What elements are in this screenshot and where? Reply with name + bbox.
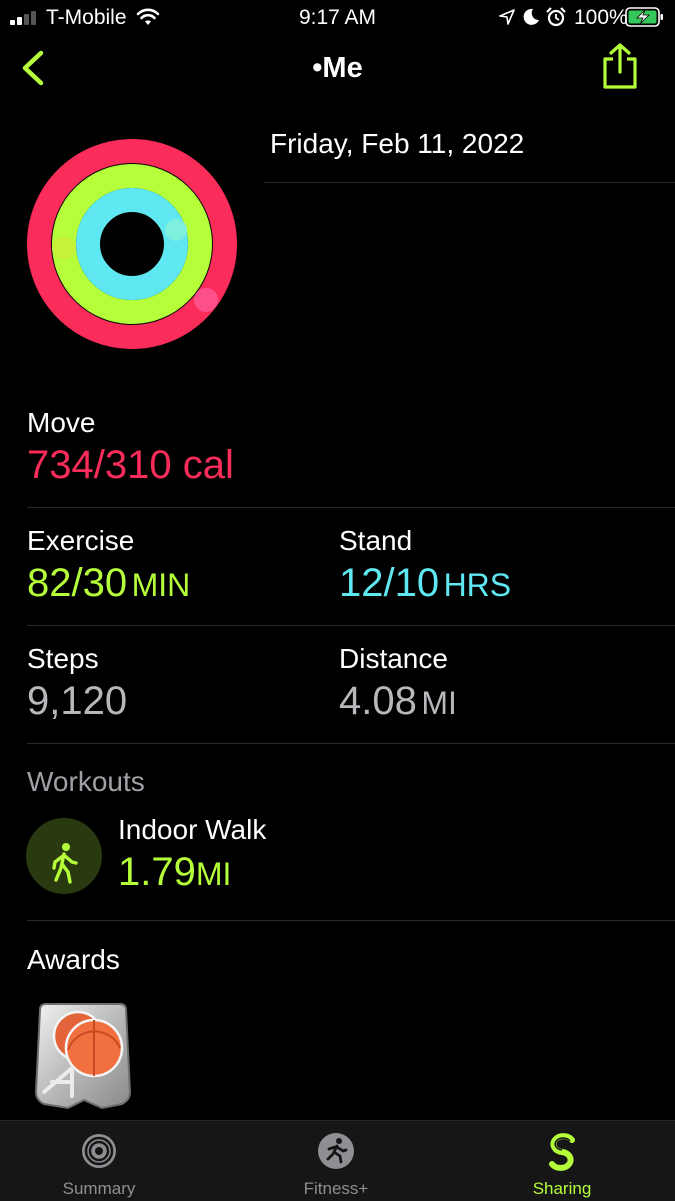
exercise-ring-end [52, 236, 76, 260]
alarm-clock-icon [546, 7, 566, 27]
tab-fitness-plus-label: Fitness+ [303, 1179, 369, 1198]
tab-fitness-plus[interactable]: Fitness+ [255, 1121, 425, 1201]
exercise-value: 82/30 [27, 561, 128, 605]
move-ring-end [194, 288, 218, 312]
date-label: Friday, Feb 11, 2022 [270, 128, 525, 159]
sharing-icon [549, 1133, 575, 1171]
distance-label: Distance [339, 643, 448, 674]
divider [27, 507, 675, 508]
divider [27, 625, 675, 626]
location-arrow-icon [499, 9, 515, 25]
walking-person-icon [52, 843, 78, 884]
activity-rings [27, 139, 237, 349]
workout-name: Indoor Walk [118, 814, 267, 845]
summary-rings-icon [82, 1134, 116, 1168]
exercise-unit: MIN [131, 567, 191, 603]
distance-unit: MI [421, 685, 457, 721]
workout-stat: 1.79MI [118, 850, 231, 895]
distance-stat: 4.08 MI [339, 679, 457, 724]
tab-bar: Summary Fitness+ Sharing [0, 1120, 675, 1201]
date-divider [264, 182, 675, 183]
move-value: 734/310 cal [27, 443, 234, 487]
workout-value: 1.79 [118, 850, 196, 894]
steps-label: Steps [27, 643, 99, 674]
stand-label: Stand [339, 525, 413, 556]
workouts-header: Workouts [27, 766, 145, 797]
workout-unit: MI [195, 856, 232, 892]
tab-sharing-label: Sharing [532, 1179, 592, 1198]
share-icon[interactable] [600, 42, 640, 90]
tab-summary-label: Summary [62, 1179, 136, 1198]
exercise-stat: 82/30 MIN [27, 561, 190, 606]
moon-icon [523, 8, 539, 25]
battery-charging-icon [625, 7, 663, 27]
stand-stat: 12/10 HRS [339, 561, 511, 606]
exercise-label: Exercise [27, 525, 135, 556]
awards-header: Awards [27, 944, 120, 975]
stand-unit: HRS [443, 567, 512, 603]
basketball-award-icon[interactable] [32, 1000, 134, 1112]
status-bar: T-Mobile 9:17 AM 100% [0, 0, 675, 36]
move-label: Move [27, 407, 96, 438]
fitness-plus-icon [318, 1133, 354, 1169]
divider [27, 920, 675, 921]
tab-sharing[interactable]: Sharing [478, 1121, 648, 1201]
battery-percentage: 100% [574, 6, 628, 29]
steps-value: 9,120 [27, 679, 128, 723]
stand-ring [76, 188, 188, 300]
stand-value: 12/10 [339, 561, 440, 605]
divider [27, 743, 675, 744]
page-title: •Me [312, 52, 363, 84]
distance-value: 4.08 [339, 679, 417, 723]
tab-summary[interactable]: Summary [14, 1121, 184, 1201]
stand-ring-end [165, 219, 187, 241]
workout-row[interactable]: Indoor Walk 1.79MI [0, 808, 675, 908]
